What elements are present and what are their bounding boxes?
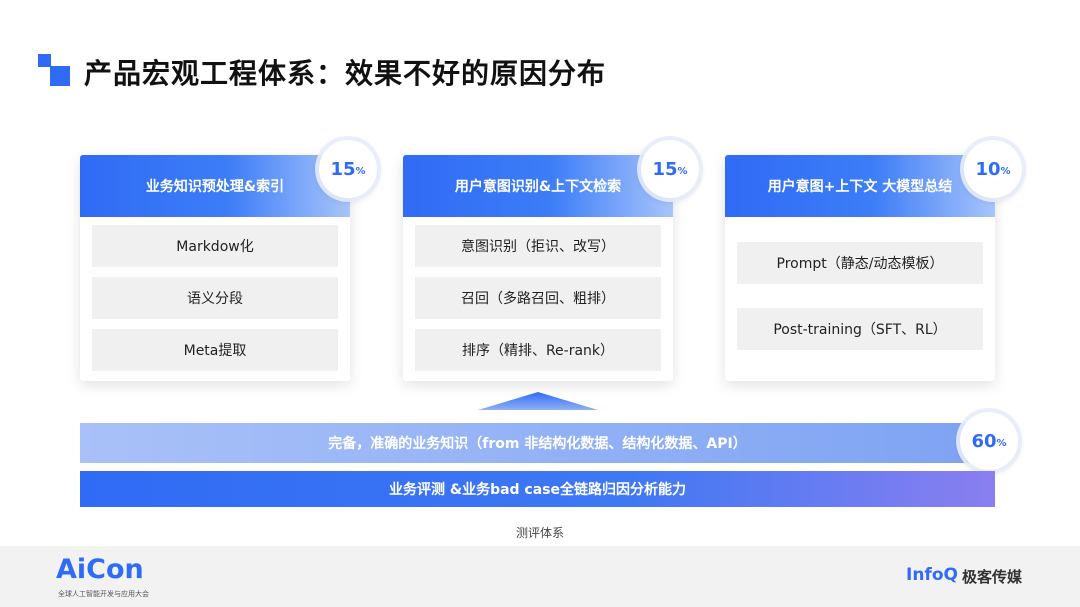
aicon-logo: AiCon: [56, 554, 144, 585]
evaluation-bar: 业务评测 &业务bad case全链路归因分析能力: [80, 471, 995, 507]
percent-value: 10: [975, 158, 1001, 180]
percent-unit: %: [677, 166, 688, 177]
card-item: 语义分段: [92, 277, 338, 319]
percent-unit: %: [996, 438, 1007, 449]
title-squares-icon: [38, 54, 72, 88]
card-header: 用户意图+上下文 大模型总结: [725, 155, 995, 217]
up-arrow-icon: [478, 392, 598, 410]
card-preprocessing: 业务知识预处理&索引 Markdow化 语义分段 Meta提取: [80, 155, 350, 381]
percent-badge: 15%: [641, 140, 699, 198]
card-item: 排序（精排、Re-rank）: [415, 329, 661, 371]
percent-badge: 10%: [964, 140, 1022, 198]
card-item: Prompt（静态/动态模板）: [737, 242, 983, 284]
geek-media-logo: 极客传媒: [962, 568, 1023, 586]
card-header: 业务知识预处理&索引: [80, 155, 350, 217]
card-item: Meta提取: [92, 329, 338, 371]
footer: AiCon 全球人工智能开发与应用大会 InfoQ 极客传媒: [0, 546, 1080, 607]
infoq-logo: InfoQ: [906, 565, 958, 585]
slide: 产品宏观工程体系：效果不好的原因分布 业务知识预处理&索引 Markdow化 语…: [0, 0, 1080, 607]
card-header: 用户意图识别&上下文检索: [403, 155, 673, 217]
percent-badge: 15%: [319, 140, 377, 198]
page-title: 产品宏观工程体系：效果不好的原因分布: [84, 57, 607, 90]
percent-unit: %: [1000, 166, 1011, 177]
card-item: 意图识别（拒识、改写）: [415, 225, 661, 267]
card-item: Post-training（SFT、RL）: [737, 308, 983, 350]
card-llm-summary: 用户意图+上下文 大模型总结 Prompt（静态/动态模板） Post-trai…: [725, 155, 995, 381]
percent-value: 15: [652, 158, 678, 180]
percent-value: 60: [971, 430, 997, 452]
aicon-subtitle: 全球人工智能开发与应用大会: [58, 590, 149, 598]
percent-value: 15: [330, 158, 356, 180]
percent-unit: %: [355, 166, 366, 177]
card-item: 召回（多路召回、粗排）: [415, 277, 661, 319]
knowledge-bar: 完备，准确的业务知识（from 非结构化数据、结构化数据、API）: [80, 423, 995, 463]
card-item: Markdow化: [92, 225, 338, 267]
card-intent-retrieval: 用户意图识别&上下文检索 意图识别（拒识、改写） 召回（多路召回、粗排） 排序（…: [403, 155, 673, 381]
evaluation-caption: 测评体系: [515, 526, 564, 540]
percent-badge: 60%: [960, 412, 1018, 470]
